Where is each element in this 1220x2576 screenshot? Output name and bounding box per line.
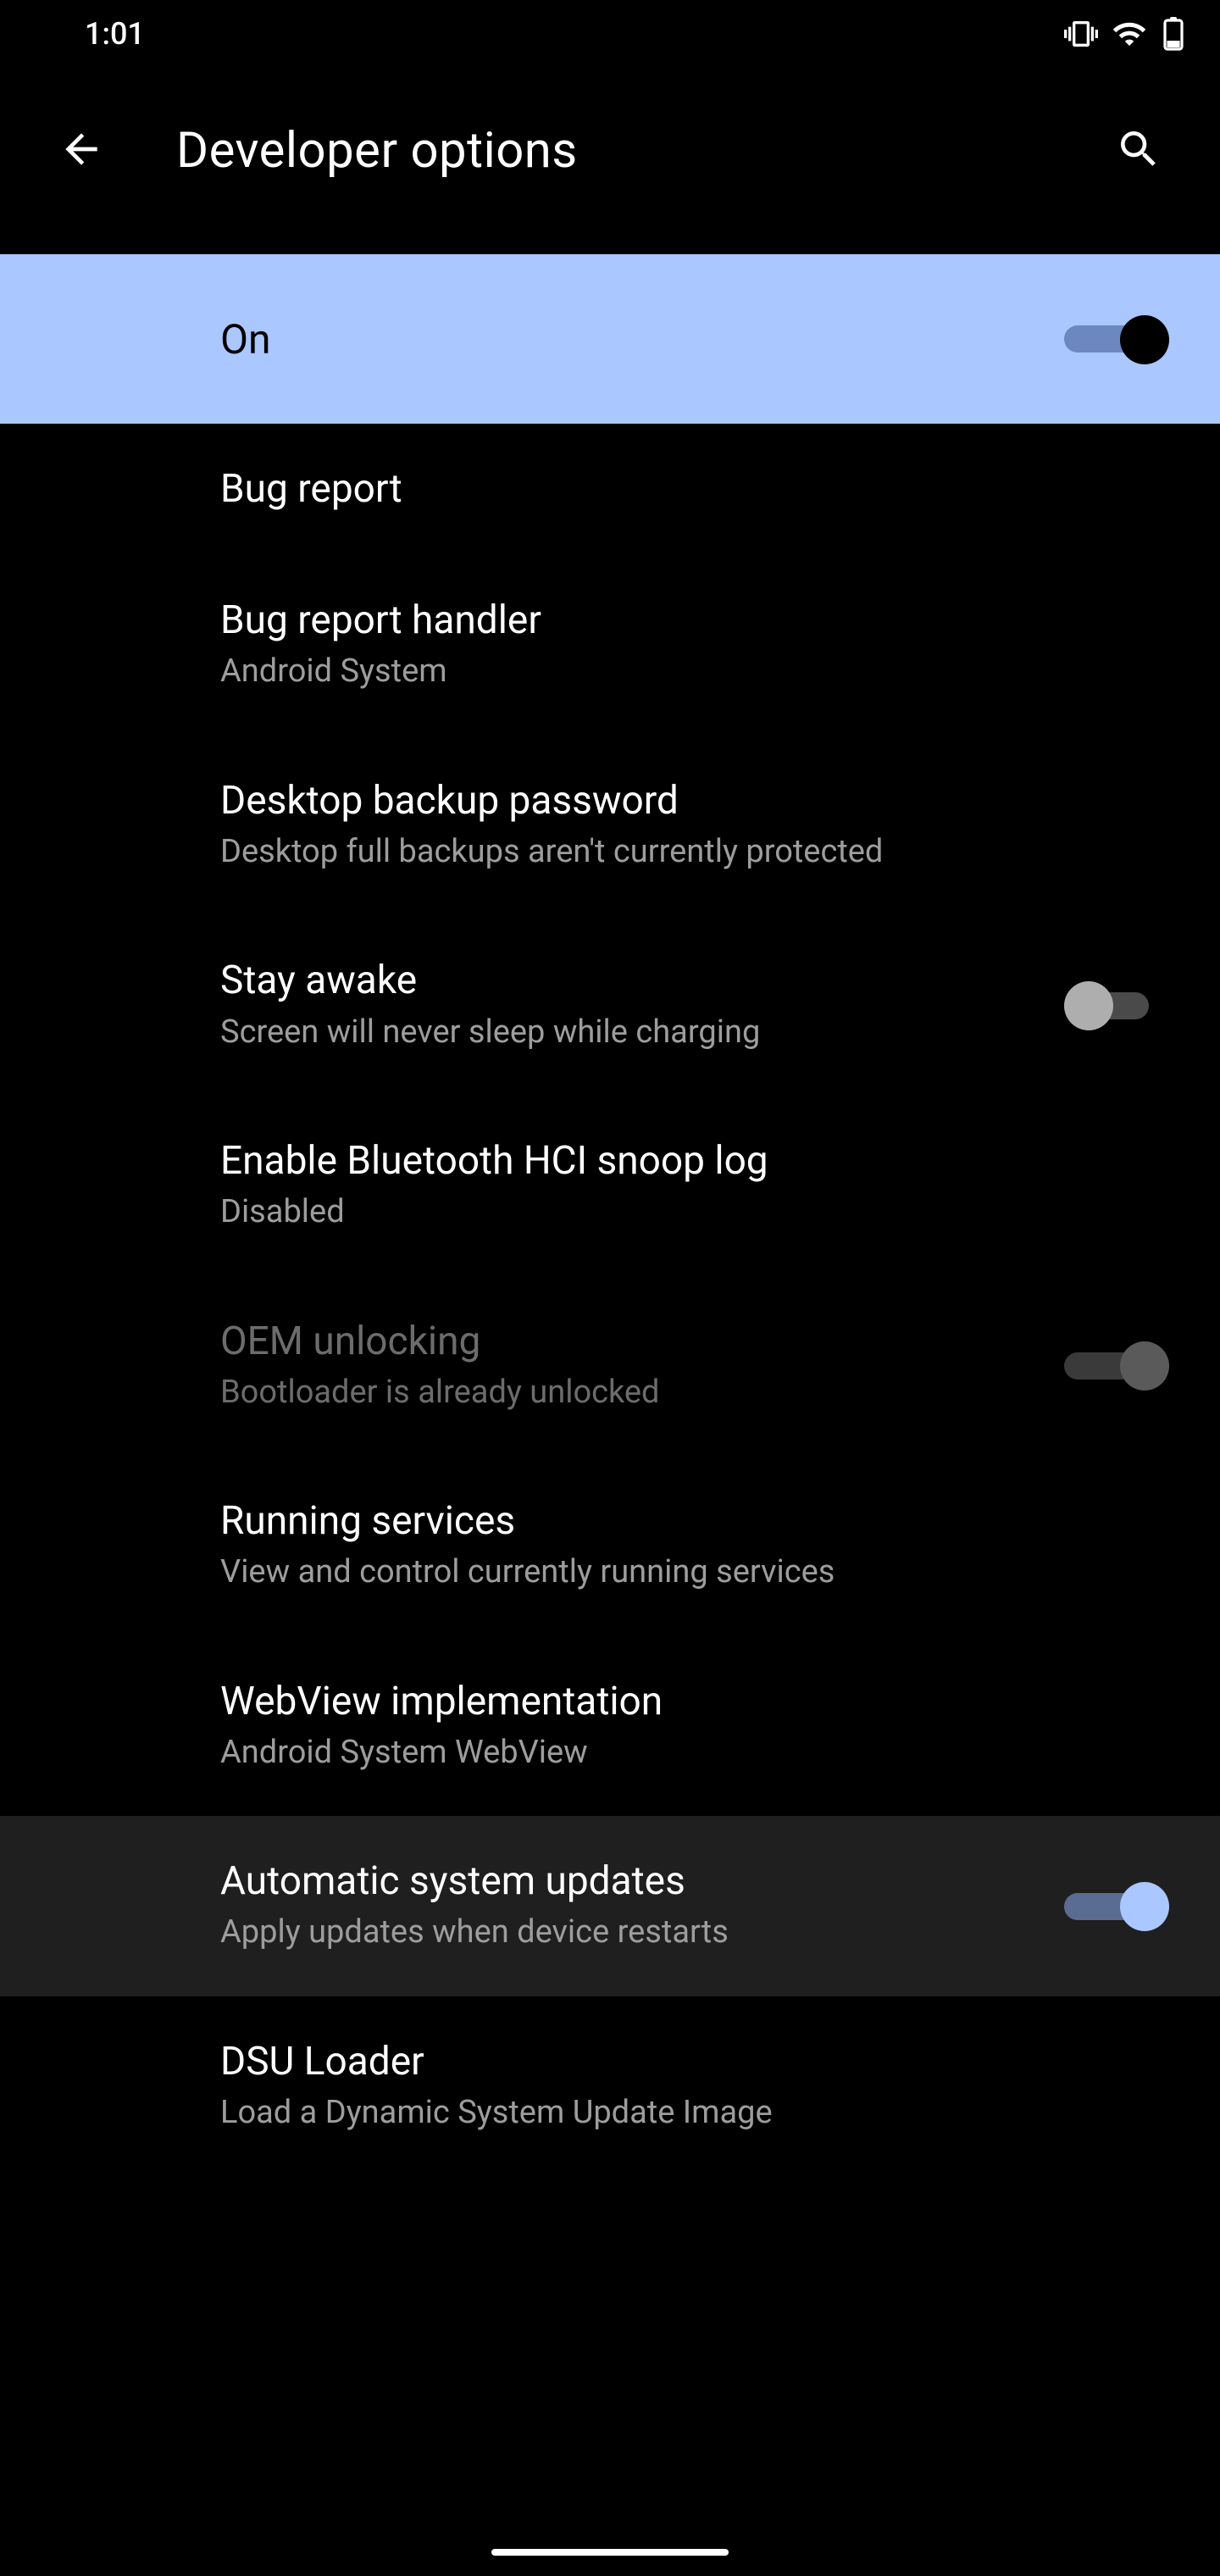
- setting-bug-report-handler[interactable]: Bug report handler Android System: [0, 555, 1220, 736]
- setting-title: DSU Loader: [220, 2039, 1135, 2085]
- settings-list: Bug report Bug report handler Android Sy…: [0, 424, 1220, 2176]
- setting-subtitle: View and control currently running servi…: [220, 1552, 1135, 1593]
- setting-title: Bug report handler: [220, 597, 1135, 644]
- setting-title: WebView implementation: [220, 1679, 1135, 1725]
- status-time: 1:01: [85, 16, 145, 52]
- setting-title: Enable Bluetooth HCI snoop log: [220, 1138, 1135, 1185]
- back-button[interactable]: [41, 110, 122, 192]
- setting-stay-awake[interactable]: Stay awake Screen will never sleep while…: [0, 915, 1220, 1096]
- setting-dsu-loader[interactable]: DSU Loader Load a Dynamic System Update …: [0, 1996, 1220, 2177]
- arrow-back-icon: [58, 125, 105, 176]
- auto-updates-toggle[interactable]: [1064, 1882, 1169, 1931]
- setting-title: Automatic system updates: [220, 1858, 1030, 1905]
- search-button[interactable]: [1098, 110, 1179, 192]
- setting-bt-hci-snoop[interactable]: Enable Bluetooth HCI snoop log Disabled: [0, 1096, 1220, 1276]
- setting-title: Running services: [220, 1498, 1135, 1545]
- setting-title: Desktop backup password: [220, 778, 1135, 824]
- master-toggle-panel[interactable]: On: [0, 254, 1220, 424]
- setting-bug-report[interactable]: Bug report: [0, 424, 1220, 555]
- setting-webview-impl[interactable]: WebView implementation Android System We…: [0, 1636, 1220, 1817]
- search-icon: [1115, 125, 1162, 176]
- setting-title: OEM unlocking: [220, 1319, 1030, 1365]
- setting-subtitle: Desktop full backups aren't currently pr…: [220, 831, 1135, 873]
- status-bar: 1:01: [0, 0, 1220, 68]
- setting-subtitle: Apply updates when device restarts: [220, 1912, 1030, 1953]
- oem-unlocking-toggle: [1064, 1341, 1169, 1391]
- vibrate-icon: [1064, 17, 1098, 51]
- status-icons: [1064, 16, 1186, 52]
- stay-awake-toggle[interactable]: [1064, 981, 1169, 1030]
- setting-auto-system-updates[interactable]: Automatic system updates Apply updates w…: [0, 1816, 1220, 1996]
- setting-desktop-backup-password[interactable]: Desktop backup password Desktop full bac…: [0, 736, 1220, 916]
- setting-subtitle: Screen will never sleep while charging: [220, 1012, 1030, 1053]
- setting-subtitle: Android System WebView: [220, 1732, 1135, 1774]
- screen: 1:01 Developer options: [0, 0, 1220, 2576]
- setting-subtitle: Bootloader is already unlocked: [220, 1372, 1030, 1413]
- nav-bar-handle[interactable]: [491, 2549, 729, 2556]
- wifi-icon: [1112, 16, 1147, 52]
- setting-subtitle: Load a Dynamic System Update Image: [220, 2092, 1135, 2134]
- master-toggle-label: On: [220, 315, 1064, 364]
- page-title: Developer options: [176, 122, 1044, 180]
- setting-oem-unlocking: OEM unlocking Bootloader is already unlo…: [0, 1276, 1220, 1457]
- setting-title: Stay awake: [220, 958, 1030, 1004]
- setting-subtitle: Android System: [220, 651, 1135, 692]
- setting-subtitle: Disabled: [220, 1191, 1135, 1233]
- master-toggle-switch[interactable]: [1064, 315, 1169, 363]
- setting-title: Bug report: [220, 466, 1135, 513]
- setting-running-services[interactable]: Running services View and control curren…: [0, 1456, 1220, 1636]
- app-bar: Developer options: [0, 68, 1220, 234]
- battery-icon: [1161, 17, 1186, 51]
